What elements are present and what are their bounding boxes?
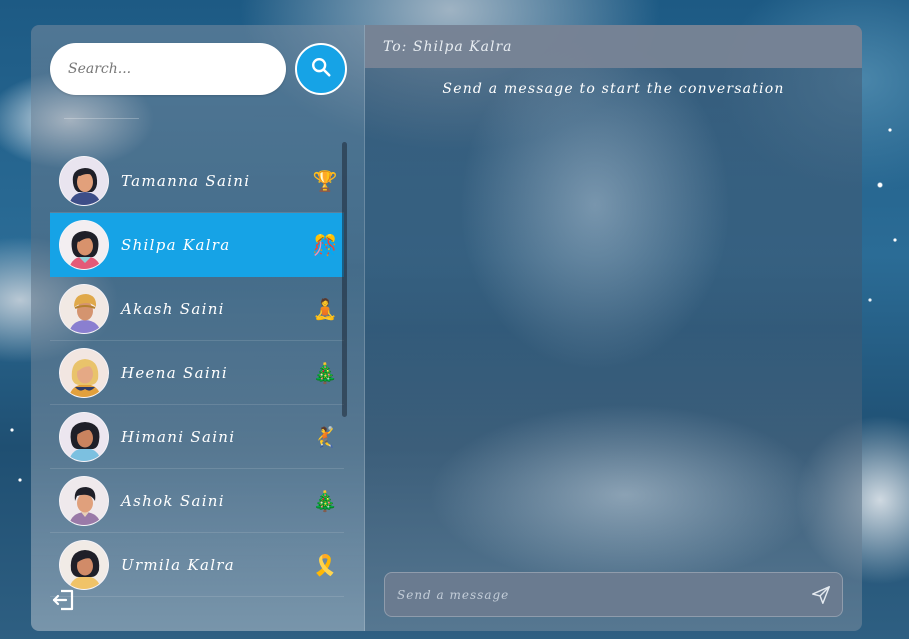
contact-name: Tamanna Saini xyxy=(121,171,251,190)
search-bar xyxy=(50,43,347,95)
contact-name: Urmila Kalra xyxy=(121,555,236,574)
send-button[interactable] xyxy=(810,584,832,606)
contact-name: Heena Saini xyxy=(121,363,228,382)
chat-app: Tamanna Saini 🏆 Shilpa Kalra 🎊 xyxy=(31,25,862,631)
contact-item-shilpa-kalra[interactable]: Shilpa Kalra 🎊 xyxy=(50,213,344,277)
contact-list: Tamanna Saini 🏆 Shilpa Kalra 🎊 Akash Sai… xyxy=(50,149,344,597)
search-input[interactable] xyxy=(50,43,286,95)
avatar xyxy=(59,475,109,526)
divider xyxy=(64,118,139,119)
contact-item-urmila-kalra[interactable]: Urmila Kalra 🎗️ xyxy=(50,533,344,597)
avatar xyxy=(59,411,109,462)
chat-panel: To: Shilpa Kalra Send a message to start… xyxy=(365,25,862,631)
contacts-sidebar: Tamanna Saini 🏆 Shilpa Kalra 🎊 xyxy=(31,25,365,631)
contact-item-tamanna-saini[interactable]: Tamanna Saini 🏆 xyxy=(50,149,344,213)
contact-item-himani-saini[interactable]: Himani Saini 🤾 xyxy=(50,405,344,469)
avatar xyxy=(59,283,109,334)
empty-conversation-message: Send a message to start the conversation xyxy=(442,81,785,97)
message-composer xyxy=(384,572,843,617)
avatar xyxy=(59,155,109,206)
handball-icon: 🤾 xyxy=(312,424,338,449)
trophy-icon: 🏆 xyxy=(312,168,338,193)
avatar xyxy=(59,220,109,270)
contact-item-heena-saini[interactable]: Heena Saini 🎄 xyxy=(50,341,344,405)
send-icon xyxy=(810,586,832,610)
logout-button[interactable] xyxy=(51,587,77,613)
contact-list-scrollbar[interactable] xyxy=(342,142,347,417)
chat-header: To: Shilpa Kalra xyxy=(365,25,862,68)
contact-name: Himani Saini xyxy=(121,427,236,446)
confetti-ball-icon: 🎊 xyxy=(312,233,338,257)
contact-name: Shilpa Kalra xyxy=(121,236,231,254)
search-icon xyxy=(310,56,332,82)
avatar xyxy=(59,539,109,590)
ribbon-icon: 🎗️ xyxy=(312,552,338,577)
contact-item-akash-saini[interactable]: Akash Saini 🧘 xyxy=(50,277,344,341)
search-button[interactable] xyxy=(295,43,347,95)
contact-item-ashok-saini[interactable]: Ashok Saini 🎄 xyxy=(50,469,344,533)
christmas-tree-icon: 🎄 xyxy=(312,360,338,385)
avatar xyxy=(59,347,109,398)
contact-name: Ashok Saini xyxy=(121,491,225,510)
logout-icon xyxy=(51,589,77,617)
christmas-tree-icon: 🎄 xyxy=(312,488,338,513)
contact-name: Akash Saini xyxy=(121,299,225,318)
meditation-icon: 🧘 xyxy=(312,296,338,321)
message-input[interactable] xyxy=(385,573,842,616)
